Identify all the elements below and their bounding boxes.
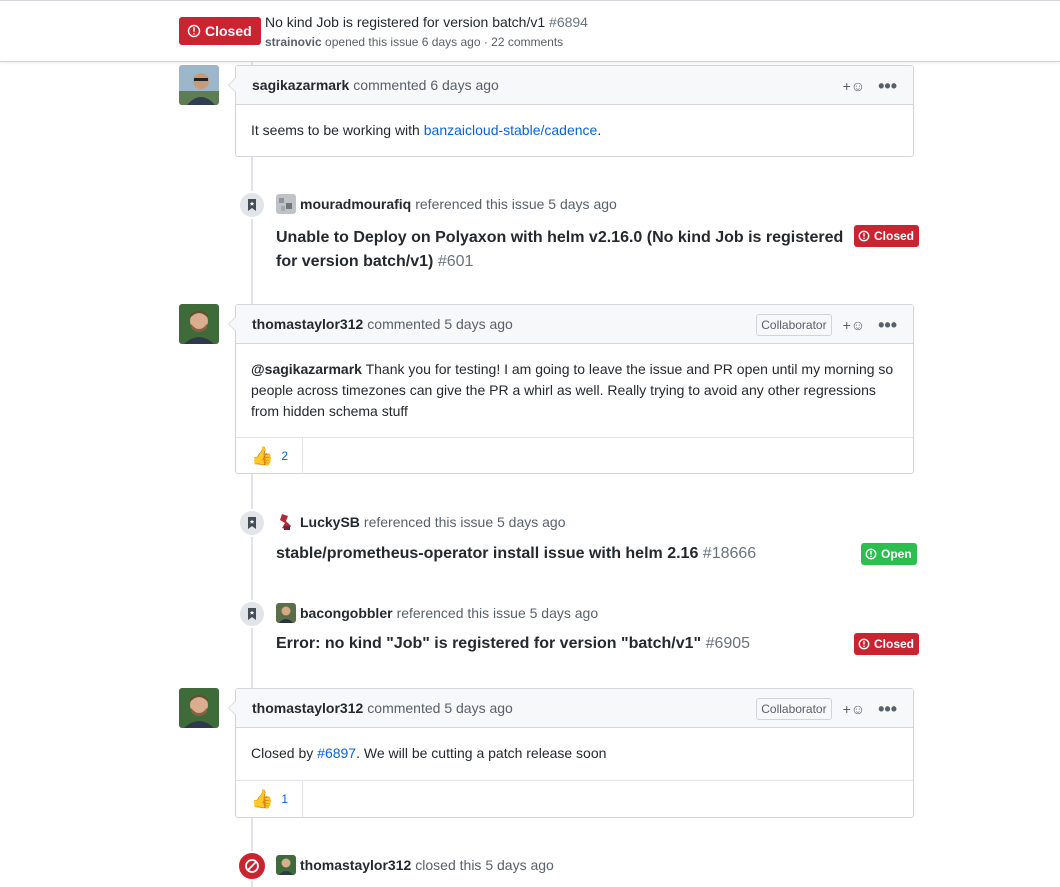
comment-author[interactable]: sagikazarmark [252,77,349,93]
reference-state-label: Open [881,547,912,561]
reference-title-text: Error: no kind "Job" is registered for v… [276,635,702,652]
issue-opened-icon [865,548,877,560]
reaction-count: 2 [281,449,289,463]
add-reaction-icon[interactable]: +☺ [843,701,865,717]
reference-title[interactable]: Unable to Deploy on Polyaxon with helm v… [276,226,843,274]
comment-sagikazarmark: sagikazarmark commented 6 days ago +☺ ••… [228,65,914,157]
mini-avatar-thomastaylor312[interactable] [276,855,296,875]
reference-title-line1: Unable to Deploy on Polyaxon with helm v… [276,229,844,246]
cross-reference-badge [238,600,266,628]
add-reaction-icon[interactable]: +☺ [843,78,865,94]
reference-state-badge: Closed [854,633,920,655]
pull-request-link[interactable]: #6897 [317,745,356,761]
reference-event: bacongobbler referenced this issue 5 day… [276,603,598,623]
comment-header: sagikazarmark commented 6 days ago +☺ ••… [236,66,913,105]
issue-author-link[interactable]: strainovic [265,35,322,49]
cross-reference-badge [238,509,266,537]
reactions-bar: 👍 1 [236,780,913,817]
reference-state-badge: Closed [854,225,920,247]
closed-event-badge [237,851,267,881]
reference-state-label: Closed [874,229,915,243]
comment-thomastaylor312-1: thomastaylor312 commented 5 days ago Col… [228,304,914,474]
more-options-icon[interactable]: ••• [878,316,897,334]
reference-title[interactable]: Error: no kind "Job" is registered for v… [276,632,750,656]
reactions-bar: 👍 2 [236,437,913,474]
mini-avatar-luckysb[interactable] [276,512,296,532]
bookmark-icon [248,608,256,620]
issue-title[interactable]: No kind Job is registered for version ba… [265,14,588,30]
reference-number: #601 [437,253,474,270]
reference-title-line2: for version batch/v1) [276,253,434,270]
issue-number: #6894 [549,14,588,30]
issue-closed-icon [187,24,201,38]
avatar-sagikazarmark[interactable] [179,65,219,105]
issue-closed-icon [858,638,870,650]
reference-number: #6905 [705,635,751,652]
comment-author[interactable]: thomastaylor312 [252,316,363,332]
comment-text-end: . We will be cutting a patch release soo… [356,745,607,761]
comment-body: It seems to be working with banzaicloud-… [236,105,913,156]
comment-body: @sagikazarmark Thank you for testing! I … [236,344,913,437]
reference-state-label: Closed [874,637,915,651]
comment-timestamp[interactable]: commented 6 days ago [353,77,499,93]
reference-author[interactable]: bacongobbler [300,605,393,621]
comment-timestamp[interactable]: commented 5 days ago [367,316,513,332]
thumbs-up-icon: 👍 [251,445,274,466]
reaction-count: 1 [281,792,289,806]
reference-number: #18666 [702,545,757,562]
thumbs-up-reaction[interactable]: 👍 2 [236,438,303,474]
reference-author[interactable]: LuckySB [300,514,360,530]
reference-action[interactable]: referenced this issue 5 days ago [364,514,566,530]
circle-slash-icon [245,859,259,873]
collaborator-label: Collaborator [756,697,832,720]
comment-header: thomastaylor312 commented 5 days ago Col… [236,689,913,728]
reference-title[interactable]: stable/prometheus-operator install issue… [276,542,756,566]
mini-avatar-bacongobbler[interactable] [276,603,296,623]
close-event-author[interactable]: thomastaylor312 [300,857,411,873]
issue-state-label: Closed [205,23,252,39]
avatar-thomastaylor312[interactable] [179,304,219,344]
avatar-thomastaylor312[interactable] [179,688,219,728]
reference-action[interactable]: referenced this issue 5 days ago [397,605,599,621]
comment-text-end: . [597,122,602,138]
mini-avatar-mouradmourafiq[interactable] [276,194,296,214]
thumbs-up-icon: 👍 [251,788,274,809]
comment-text: Closed by [251,745,318,761]
comment-timestamp[interactable]: commented 5 days ago [367,700,513,716]
bookmark-icon [248,517,256,529]
issue-meta-text: opened this issue 6 days ago · 22 commen… [325,35,564,49]
reference-title-text: stable/prometheus-operator install issue… [276,545,699,562]
comment-body: Closed by #6897. We will be cutting a pa… [236,728,913,780]
issue-state-badge: Closed [179,17,261,45]
more-options-icon[interactable]: ••• [878,77,897,95]
cross-reference-badge [238,191,266,219]
reference-state-badge: Open [861,543,917,565]
add-reaction-icon[interactable]: +☺ [843,317,865,333]
issue-closed-icon [858,230,870,242]
collaborator-label: Collaborator [756,313,832,336]
user-mention[interactable]: @sagikazarmark [251,361,362,377]
repo-link[interactable]: banzaicloud-stable/cadence [424,122,598,138]
comment-author[interactable]: thomastaylor312 [252,700,363,716]
sticky-issue-header: Closed No kind Job is registered for ver… [0,0,1060,62]
reference-action[interactable]: referenced this issue 5 days ago [415,196,617,212]
reference-event: LuckySB referenced this issue 5 days ago [276,512,566,532]
more-options-icon[interactable]: ••• [878,700,897,718]
comment-thomastaylor312-2: thomastaylor312 commented 5 days ago Col… [228,688,914,818]
close-event: thomastaylor312 closed this 5 days ago [276,855,554,875]
comment-text: It seems to be working with [251,122,424,138]
issue-title-text: No kind Job is registered for version ba… [265,14,546,30]
thumbs-up-reaction[interactable]: 👍 1 [236,781,303,817]
bookmark-icon [248,199,256,211]
close-event-action[interactable]: closed this 5 days ago [415,857,554,873]
reference-event: mouradmourafiq referenced this issue 5 d… [276,194,617,214]
issue-meta: strainovic opened this issue 6 days ago … [265,35,563,49]
comment-header: thomastaylor312 commented 5 days ago Col… [236,305,913,344]
reference-author[interactable]: mouradmourafiq [300,196,411,212]
